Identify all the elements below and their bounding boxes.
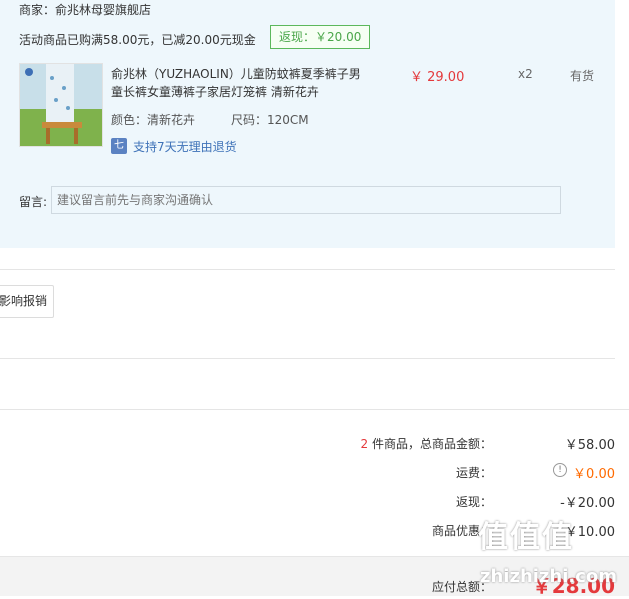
shipping-label: 运费：	[455, 466, 492, 480]
watermark-logo: 值值值	[478, 520, 574, 555]
product-thumbnail[interactable]	[19, 63, 103, 147]
rebate-value: -￥20.00	[560, 496, 615, 511]
divider	[0, 358, 615, 359]
return-policy-link[interactable]: 支持7天无理由退货	[133, 138, 237, 155]
quantity: x2	[518, 67, 533, 81]
product-photo-icon	[20, 64, 102, 146]
invoice-button[interactable]: 影响报销	[0, 285, 54, 318]
goods-total-value: ￥58.00	[564, 438, 615, 453]
info-icon[interactable]: !	[553, 463, 567, 477]
stock-status: 有货	[570, 69, 595, 83]
watermark-url: zhizhizhi.com	[480, 566, 618, 587]
store-name[interactable]: 商家：俞兆林母婴旗舰店	[19, 1, 151, 18]
spec-size: 尺码：120CM	[231, 113, 309, 127]
message-label: 留言:	[19, 195, 48, 209]
unit-price: ￥ 29.00	[410, 70, 465, 85]
rebate-label: 返现：	[455, 495, 492, 509]
seven-day-return-icon: 七	[111, 138, 127, 154]
item-count-suffix: 件商品，总商品金额：	[368, 437, 492, 451]
invoice-button-label: 影响报销	[0, 294, 48, 308]
divider	[0, 409, 629, 410]
spec-color: 颜色：清新花卉	[111, 113, 196, 127]
promo-text: 活动商品已购满58.00元，已减20.00元现金	[19, 33, 256, 47]
message-input[interactable]	[51, 186, 561, 214]
rebate-badge: 返现：￥20.00	[270, 25, 371, 49]
product-title[interactable]: 俞兆林（YUZHAOLIN）儿童防蚊裤夏季裤子男童长裤女童薄裤子家居灯笼裤 清新…	[111, 65, 361, 101]
divider	[0, 269, 615, 270]
goods-total-label: 2 件商品，总商品金额：	[361, 435, 492, 452]
shipping-value: ￥0.00	[573, 467, 615, 482]
